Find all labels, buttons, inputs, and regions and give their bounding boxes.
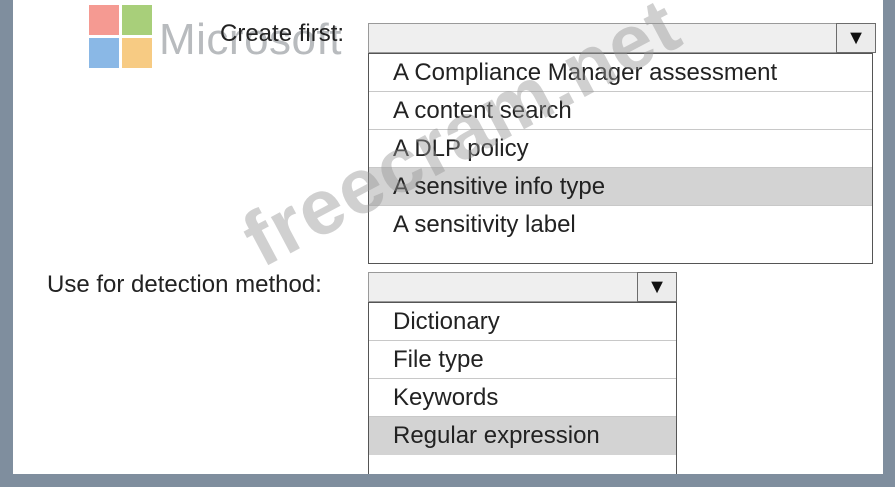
- option-compliance-manager-assessment[interactable]: A Compliance Manager assessment: [369, 54, 872, 92]
- create-first-options: A Compliance Manager assessment A conten…: [368, 53, 873, 264]
- triangle-down-icon[interactable]: ▼: [637, 272, 677, 302]
- option-sensitive-info-type[interactable]: A sensitive info type: [369, 168, 872, 206]
- logo-square-yellow: [122, 38, 152, 68]
- logo-square-red: [89, 5, 119, 35]
- option-dictionary[interactable]: Dictionary: [369, 303, 676, 341]
- detection-method-options: Dictionary File type Keywords Regular ex…: [368, 302, 677, 474]
- triangle-down-icon[interactable]: ▼: [836, 23, 876, 53]
- create-first-dropdown[interactable]: ▼: [368, 23, 876, 53]
- detection-method-dropdown[interactable]: ▼: [368, 272, 677, 302]
- option-regular-expression[interactable]: Regular expression: [369, 417, 676, 455]
- option-keywords[interactable]: Keywords: [369, 379, 676, 417]
- option-file-type[interactable]: File type: [369, 341, 676, 379]
- logo-square-blue: [89, 38, 119, 68]
- detection-method-label: Use for detection method:: [47, 271, 322, 298]
- answer-area-panel: Microsoft Create first: ▼ A Compliance M…: [13, 0, 883, 474]
- option-content-search[interactable]: A content search: [369, 92, 872, 130]
- option-dlp-policy[interactable]: A DLP policy: [369, 130, 872, 168]
- logo-square-green: [122, 5, 152, 35]
- option-sensitivity-label[interactable]: A sensitivity label: [369, 206, 872, 244]
- create-first-label: Create first:: [220, 20, 345, 47]
